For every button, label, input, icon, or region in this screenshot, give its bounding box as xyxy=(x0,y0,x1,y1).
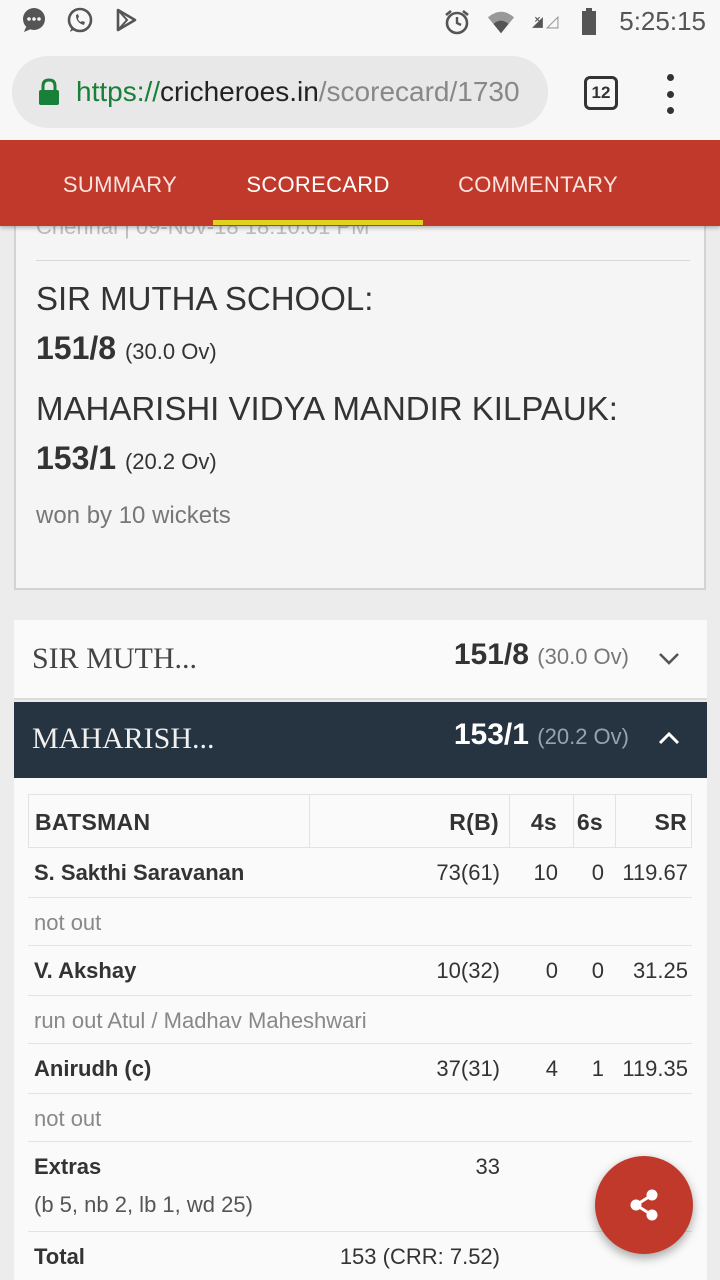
extras-row: Extras 33 (b 5, nb 2, lb 1, wd 25) xyxy=(28,1142,692,1232)
signal-icon xyxy=(531,8,559,36)
fours: 0 xyxy=(545,958,558,983)
total-value: 153 (CRR: 7.52) xyxy=(339,1244,500,1269)
match-summary-card: Chennai | 09-Nov-18 18:10:01 PM SIR MUTH… xyxy=(14,200,706,590)
clock: 5:25:15 xyxy=(619,6,706,36)
innings-team-name: SIR MUTH... xyxy=(32,642,198,675)
table-row[interactable]: S. Sakthi Saravanan 73(61) 10 0 119.67 xyxy=(28,848,692,898)
extras-value: 33 xyxy=(475,1154,500,1179)
web-page: Chennai | 09-Nov-18 18:10:01 PM SIR MUTH… xyxy=(0,140,720,1280)
innings-header-2[interactable]: MAHARISH... 153/1 (20.2 Ov) xyxy=(14,702,707,778)
batsman-name[interactable]: Anirudh (c) xyxy=(34,1056,151,1082)
total-row: Total 153 (CRR: 7.52) xyxy=(28,1232,692,1280)
chevron-up-icon[interactable] xyxy=(657,726,681,750)
sixes: 0 xyxy=(591,860,604,885)
overflow-menu-icon[interactable] xyxy=(660,74,680,114)
dismissal-row: not out xyxy=(28,898,692,946)
strike-rate: 31.25 xyxy=(632,958,688,983)
table-row[interactable]: V. Akshay 10(32) 0 0 31.25 xyxy=(28,946,692,996)
status-bar: 5:25:15 xyxy=(0,0,720,44)
runs-balls: 73(61) xyxy=(436,860,500,885)
header-rb: R(B) xyxy=(449,809,499,835)
battery-icon xyxy=(575,7,603,36)
sixes: 0 xyxy=(591,958,604,983)
team1-name: SIR MUTHA SCHOOL: xyxy=(36,280,374,317)
dismissal-row: run out Atul / Madhav Maheshwari xyxy=(28,996,692,1044)
dismissal-row: not out xyxy=(28,1094,692,1142)
url-bar[interactable]: https://cricheroes.in/scorecard/1730 xyxy=(12,56,548,128)
lock-icon xyxy=(39,78,59,105)
innings-score: 151/8 (30.0 Ov) xyxy=(453,638,629,671)
header-batsman: BATSMAN xyxy=(35,809,151,835)
tab-switcher-button[interactable]: 12 xyxy=(584,76,618,110)
match-result: won by 10 wickets xyxy=(36,502,231,529)
dismissal-text: not out xyxy=(34,910,102,935)
dismissal-text: not out xyxy=(34,1106,102,1131)
fours: 10 xyxy=(533,860,558,885)
tab-scorecard[interactable]: SCORECARD xyxy=(213,140,423,226)
whatsapp-icon xyxy=(66,6,94,34)
team2-score: 153/1 (20.2 Ov) xyxy=(36,440,217,476)
header-6s: 6s xyxy=(576,809,603,835)
runs-balls: 10(32) xyxy=(436,958,500,983)
play-store-icon xyxy=(112,6,140,34)
team1-score: 151/8 (30.0 Ov) xyxy=(36,330,217,366)
extras-label: Extras xyxy=(34,1154,102,1179)
strike-rate: 119.67 xyxy=(622,860,688,885)
url-text: https://cricheroes.in/scorecard/1730 xyxy=(76,76,520,107)
extras-detail: (b 5, nb 2, lb 1, wd 25) xyxy=(34,1192,253,1217)
innings-team-name: MAHARISH... xyxy=(32,722,215,755)
runs-balls: 37(31) xyxy=(436,1056,500,1081)
wifi-icon xyxy=(487,8,515,36)
sixes: 1 xyxy=(591,1056,604,1081)
tab-summary[interactable]: SUMMARY xyxy=(30,140,210,226)
innings-header-1[interactable]: SIR MUTH... 151/8 (30.0 Ov) xyxy=(14,620,707,700)
table-header-row: BATSMAN R(B) 4s 6s SR xyxy=(28,794,692,848)
team2-name: MAHARISHI VIDYA MANDIR KILPAUK: xyxy=(36,390,618,427)
alarm-icon xyxy=(443,8,471,36)
message-icon xyxy=(20,6,48,34)
tab-commentary[interactable]: COMMENTARY xyxy=(440,140,636,226)
table-row[interactable]: Anirudh (c) 37(31) 4 1 119.35 xyxy=(28,1044,692,1094)
batsman-name[interactable]: S. Sakthi Saravanan xyxy=(34,860,244,886)
share-icon xyxy=(630,1189,658,1221)
chevron-down-icon[interactable] xyxy=(657,646,681,670)
active-tab-indicator xyxy=(213,220,423,225)
dismissal-text: run out Atul / Madhav Maheshwari xyxy=(34,1008,367,1033)
share-button[interactable] xyxy=(595,1156,693,1254)
total-label: Total xyxy=(34,1244,85,1269)
innings-score: 153/1 (20.2 Ov) xyxy=(453,718,629,751)
fours: 4 xyxy=(545,1056,558,1081)
header-4s: 4s xyxy=(530,809,557,835)
tab-bar: SUMMARY SCORECARD COMMENTARY xyxy=(0,140,720,226)
batsman-name[interactable]: V. Akshay xyxy=(34,958,136,984)
browser-toolbar: https://cricheroes.in/scorecard/1730 12 xyxy=(0,44,720,140)
header-sr: SR xyxy=(654,809,687,835)
strike-rate: 119.35 xyxy=(622,1056,688,1081)
divider xyxy=(36,260,690,261)
screen: 5:25:15 https://cricheroes.in/scorecard/… xyxy=(0,0,720,1280)
